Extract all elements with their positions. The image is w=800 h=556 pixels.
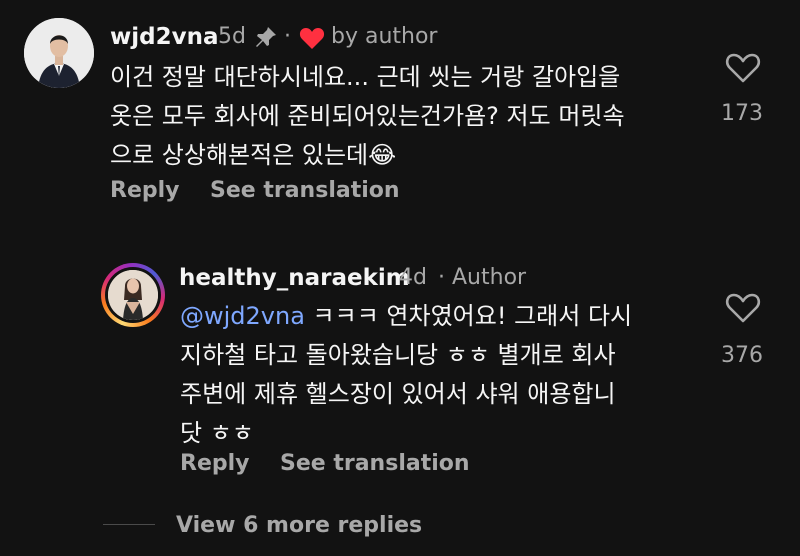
separator-dot: · bbox=[284, 24, 291, 49]
view-more-replies-button[interactable]: View 6 more replies bbox=[176, 513, 422, 538]
separator-dot: · bbox=[438, 265, 445, 290]
mention-link[interactable]: @wjd2vna bbox=[180, 302, 305, 330]
like-heart-icon[interactable] bbox=[725, 292, 761, 324]
laughing-emoji: 😂 bbox=[368, 141, 397, 169]
reply-line: 닷 ㅎㅎ bbox=[180, 419, 254, 447]
more-replies-divider bbox=[103, 524, 155, 525]
comment-line: 옷은 모두 회사에 준비되어있는건가욤? 저도 머릿속 bbox=[110, 102, 625, 130]
like-count: 173 bbox=[721, 101, 763, 126]
author-tag: Author bbox=[452, 265, 527, 290]
reply-time: 4d bbox=[399, 265, 427, 290]
commenter-username[interactable]: wjd2vna bbox=[110, 24, 219, 50]
reply-body: @wjd2vna ㅋㅋㅋ 연차였어요! 그래서 다시 지하철 타고 돌아왔습니당… bbox=[180, 297, 632, 453]
commenter-avatar[interactable] bbox=[24, 18, 94, 88]
reply-line: 지하철 타고 돌아왔습니당 ㅎㅎ 별개로 회사 bbox=[180, 341, 616, 369]
comment-time: 5d bbox=[218, 24, 246, 49]
reply-line: 주변에 제휴 헬스장이 있어서 샤워 애용합니 bbox=[180, 380, 616, 408]
like-heart-icon[interactable] bbox=[725, 52, 761, 84]
reply-line: @wjd2vna ㅋㅋㅋ 연차였어요! 그래서 다시 bbox=[180, 302, 633, 330]
replier-username[interactable]: healthy_naraekim bbox=[179, 265, 410, 291]
like-count: 376 bbox=[721, 343, 763, 368]
see-translation-button[interactable]: See translation bbox=[210, 178, 400, 203]
comment-body: 이건 정말 대단하시네요... 근데 씻는 거랑 갈아입을 옷은 모두 회사에 … bbox=[110, 58, 625, 175]
see-translation-button[interactable]: See translation bbox=[280, 451, 470, 476]
by-author-label: by author bbox=[331, 24, 438, 49]
author-liked-heart-icon bbox=[299, 26, 325, 54]
comment-line: 으로 상상해본적은 있는데😂 bbox=[110, 141, 397, 169]
reply-button[interactable]: Reply bbox=[110, 178, 180, 203]
replier-avatar[interactable] bbox=[101, 263, 165, 327]
reply-button[interactable]: Reply bbox=[180, 451, 250, 476]
comment-line: 이건 정말 대단하시네요... 근데 씻는 거랑 갈아입을 bbox=[110, 63, 621, 91]
pin-icon bbox=[254, 25, 278, 53]
